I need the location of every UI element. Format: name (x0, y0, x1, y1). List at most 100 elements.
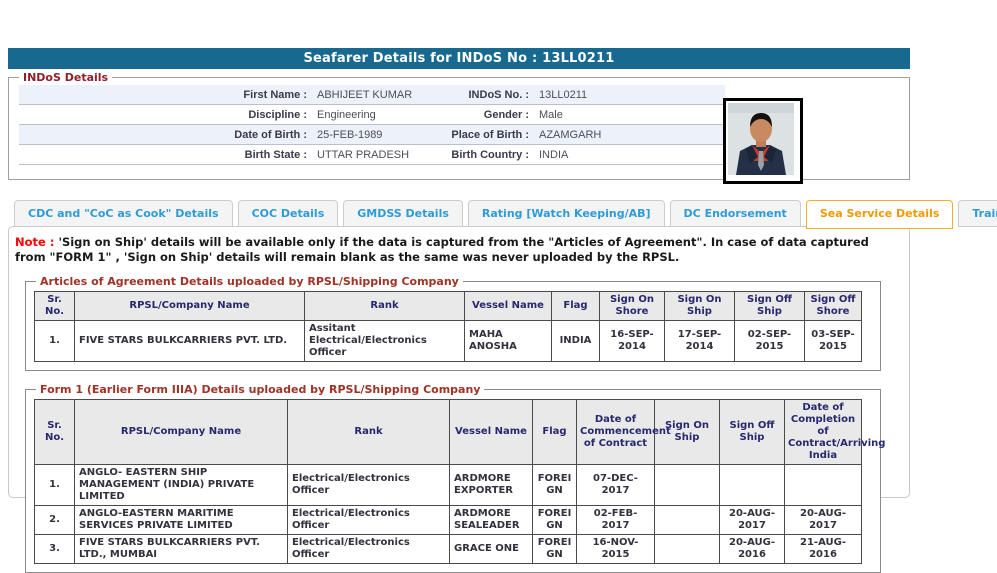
gender-value: Male (529, 109, 725, 121)
col-vessel: Vessel Name (465, 292, 552, 321)
cell-sr-no: 3. (35, 535, 75, 564)
sea-service-panel: Note : 'Sign on Ship' details will be av… (8, 226, 910, 498)
cell-rank: Electrical/Electronics Officer (288, 506, 450, 535)
tab-cdc-coc-as-cook[interactable]: CDC and "CoC as Cook" Details (14, 200, 233, 227)
cell-sign-on-ship (655, 506, 720, 535)
articles-of-agreement-legend: Articles of Agreement Details uploaded b… (36, 275, 463, 288)
cell-flag: INDIA (552, 321, 600, 362)
cell-sign-off-ship: 20-AUG-2016 (720, 535, 785, 564)
note-text: Note : 'Sign on Ship' details will be av… (15, 235, 897, 265)
table-row: 1. ANGLO- EASTERN SHIP MANAGEMENT (INDIA… (35, 465, 862, 506)
first-name-label: First Name : (19, 89, 307, 101)
cell-company: FIVE STARS BULKCARRIERS PVT. LTD. (75, 321, 305, 362)
discipline-value: Engineering (307, 109, 437, 121)
table-row: 1. FIVE STARS BULKCARRIERS PVT. LTD. Ass… (35, 321, 862, 362)
info-row-name: First Name : ABHIJEET KUMAR INDoS No. : … (19, 85, 725, 105)
cell-rank: Electrical/Electronics Officer (288, 535, 450, 564)
gender-label: Gender : (437, 109, 529, 121)
date-of-birth-value: 25-FEB-1989 (307, 129, 437, 141)
col-flag: Flag (533, 400, 577, 465)
tab-sea-service-details[interactable]: Sea Service Details (806, 200, 954, 229)
cell-sign-on-ship (655, 465, 720, 506)
cell-vessel: MAHA ANOSHA (465, 321, 552, 362)
cell-company: ANGLO- EASTERN SHIP MANAGEMENT (INDIA) P… (75, 465, 288, 506)
indos-details-legend: INDoS Details (19, 71, 112, 84)
cell-sign-off-ship (720, 465, 785, 506)
indos-no-value: 13LL0211 (529, 89, 725, 101)
cell-flag: FOREIGN (533, 506, 577, 535)
note-prefix: Note : (15, 235, 54, 249)
info-row-birth: Date of Birth : 25-FEB-1989 Place of Bir… (19, 125, 725, 145)
cell-sign-on-ship: 17-SEP-2014 (665, 321, 735, 362)
col-commencement-date: Date of Commencement of Contract (577, 400, 655, 465)
cell-completion-date (785, 465, 862, 506)
indos-info-rows: First Name : ABHIJEET KUMAR INDoS No. : … (19, 85, 725, 165)
note-body: 'Sign on Ship' details will be available… (15, 235, 869, 264)
form1-legend: Form 1 (Earlier Form IIIA) Details uploa… (36, 383, 484, 396)
cell-sr-no: 2. (35, 506, 75, 535)
tab-rating-watch-keeping[interactable]: Rating [Watch Keeping/AB] (468, 200, 665, 227)
col-company: RPSL/Company Name (75, 400, 288, 465)
table-row: 2. ANGLO-EASTERN MARITIME SERVICES PRIVA… (35, 506, 862, 535)
col-sr-no: Sr. No. (35, 400, 75, 465)
articles-of-agreement-section: Articles of Agreement Details uploaded b… (25, 275, 881, 371)
birth-country-value: INDIA (529, 149, 725, 161)
form1-table: Sr. No. RPSL/Company Name Rank Vessel Na… (34, 399, 862, 564)
tab-training-details[interactable]: Training Details (958, 200, 997, 227)
cell-vessel: ARDMORE SEALEADER (450, 506, 533, 535)
cell-sign-off-shore: 03-SEP-2015 (805, 321, 862, 362)
col-sign-off-ship: Sign Off Ship (735, 292, 805, 321)
birth-state-label: Birth State : (19, 149, 307, 161)
col-sign-on-ship: Sign On Ship (665, 292, 735, 321)
page-title: Seafarer Details for INDoS No : 13LL0211 (8, 48, 910, 69)
indos-details-section: INDoS Details First Name : ABHIJEET KUMA… (8, 71, 910, 180)
birth-country-label: Birth Country : (437, 149, 529, 161)
col-sign-off-shore: Sign Off Shore (805, 292, 862, 321)
col-sign-on-shore: Sign On Shore (600, 292, 665, 321)
cell-sign-on-ship (655, 535, 720, 564)
birth-state-value: UTTAR PRADESH (307, 149, 437, 161)
cell-sign-on-shore: 16-SEP-2014 (600, 321, 665, 362)
cell-completion-date: 21-AUG-2016 (785, 535, 862, 564)
cell-vessel: GRACE ONE (450, 535, 533, 564)
cell-sign-off-ship: 20-AUG-2017 (720, 506, 785, 535)
cell-sr-no: 1. (35, 321, 75, 362)
cell-commencement-date: 16-NOV-2015 (577, 535, 655, 564)
col-vessel: Vessel Name (450, 400, 533, 465)
articles-of-agreement-table: Sr. No. RPSL/Company Name Rank Vessel Na… (34, 291, 862, 362)
col-sr-no: Sr. No. (35, 292, 75, 321)
indos-no-label: INDoS No. : (437, 89, 529, 101)
seafarer-photo-image (728, 103, 794, 175)
detail-tabs: CDC and "CoC as Cook" Details COC Detail… (14, 200, 997, 229)
col-sign-off-ship: Sign Off Ship (720, 400, 785, 465)
cell-rank: Electrical/Electronics Officer (288, 465, 450, 506)
col-company: RPSL/Company Name (75, 292, 305, 321)
table-row: 3. FIVE STARS BULKCARRIERS PVT. LTD., MU… (35, 535, 862, 564)
cell-flag: FOREIGN (533, 465, 577, 506)
date-of-birth-label: Date of Birth : (19, 129, 307, 141)
cell-rank: Assitant Electrical/Electronics Officer (305, 321, 465, 362)
form1-section: Form 1 (Earlier Form IIIA) Details uploa… (25, 383, 881, 573)
discipline-label: Discipline : (19, 109, 307, 121)
place-of-birth-label: Place of Birth : (437, 129, 529, 141)
tab-dc-endorsement[interactable]: DC Endorsement (670, 200, 801, 227)
info-row-state: Birth State : UTTAR PRADESH Birth Countr… (19, 145, 725, 165)
seafarer-photo (723, 98, 803, 184)
cell-commencement-date: 07-DEC-2017 (577, 465, 655, 506)
first-name-value: ABHIJEET KUMAR (307, 89, 437, 101)
tab-coc-details[interactable]: COC Details (238, 200, 339, 227)
col-rank: Rank (288, 400, 450, 465)
table-header-row: Sr. No. RPSL/Company Name Rank Vessel Na… (35, 292, 862, 321)
cell-completion-date: 20-AUG-2017 (785, 506, 862, 535)
cell-commencement-date: 02-FEB-2017 (577, 506, 655, 535)
place-of-birth-value: AZAMGARH (529, 129, 725, 141)
cell-sign-off-ship: 02-SEP-2015 (735, 321, 805, 362)
tab-gmdss-details[interactable]: GMDSS Details (343, 200, 463, 227)
cell-sr-no: 1. (35, 465, 75, 506)
col-rank: Rank (305, 292, 465, 321)
col-flag: Flag (552, 292, 600, 321)
table-header-row: Sr. No. RPSL/Company Name Rank Vessel Na… (35, 400, 862, 465)
cell-vessel: ARDMORE EXPORTER (450, 465, 533, 506)
col-completion-date: Date of Completion of Contract/Arriving … (785, 400, 862, 465)
cell-company: FIVE STARS BULKCARRIERS PVT. LTD., MUMBA… (75, 535, 288, 564)
